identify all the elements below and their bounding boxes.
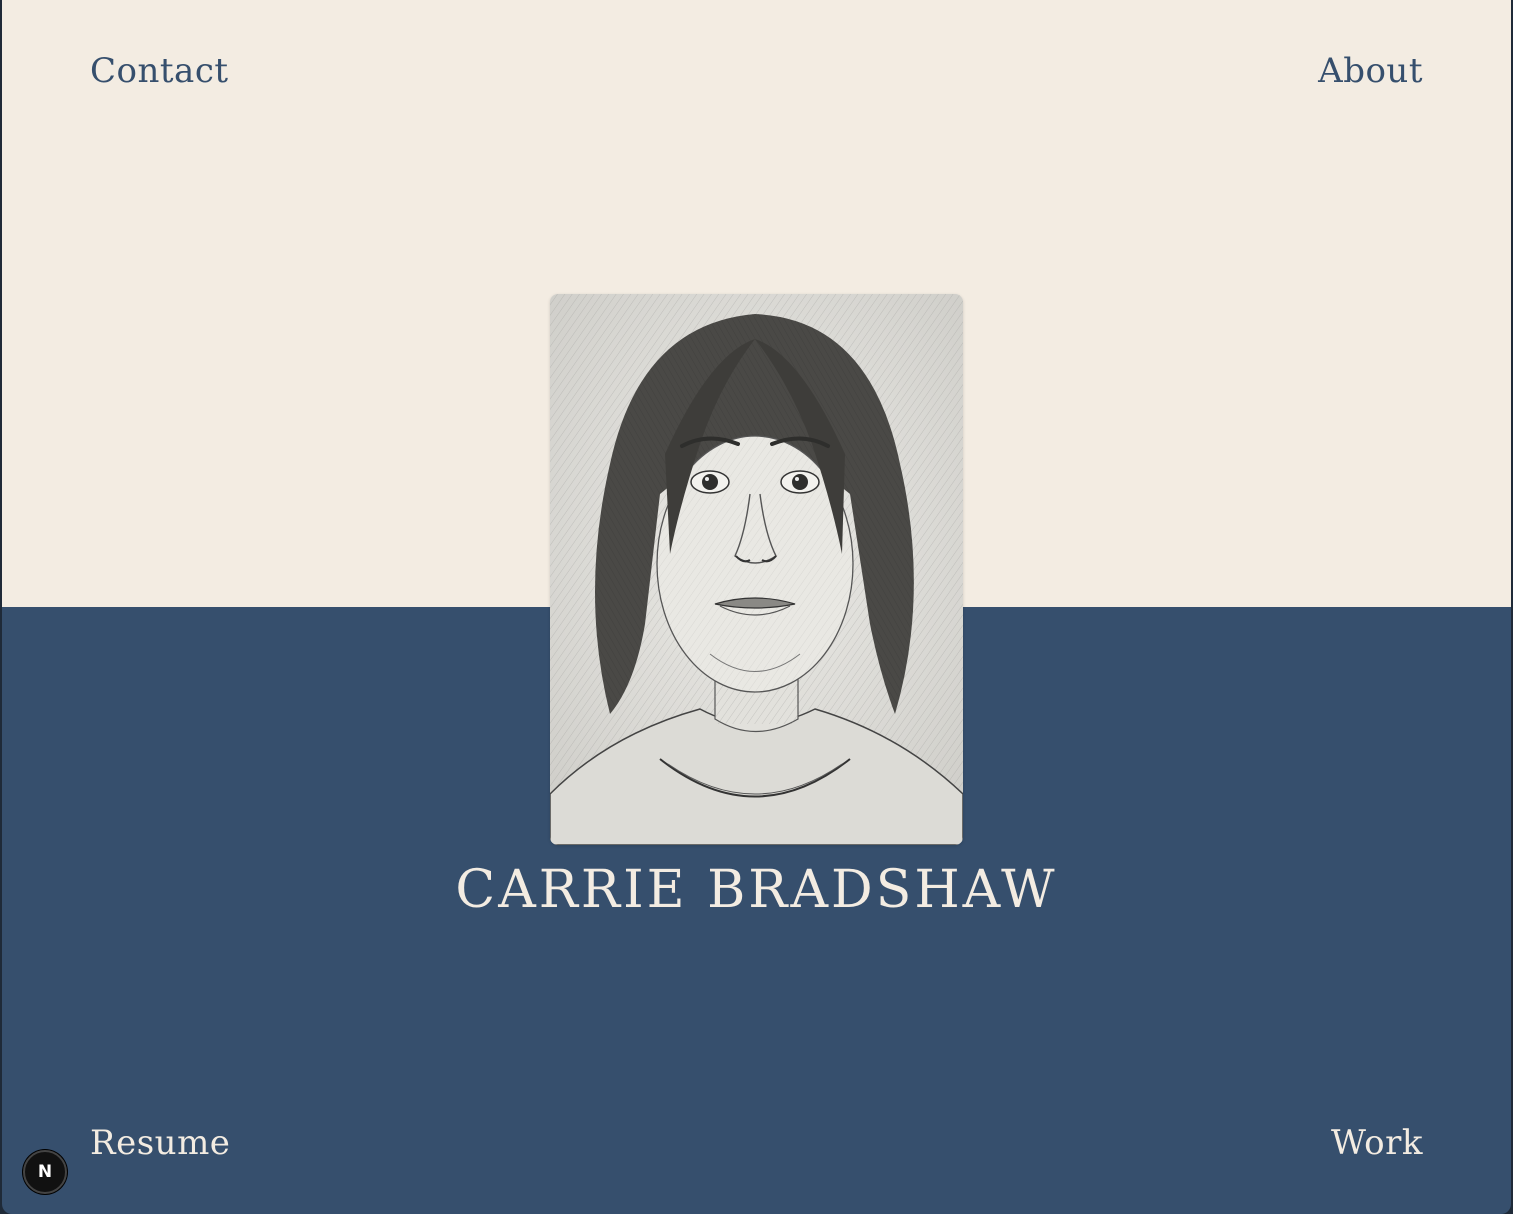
- nav-resume-link[interactable]: Resume: [90, 1126, 230, 1160]
- devtools-badge-label: N: [37, 1162, 53, 1182]
- nextjs-logo-icon[interactable]: N: [23, 1150, 67, 1194]
- landing-page: Contact About CARRIE BRADSHAW Resume Wor…: [2, 0, 1511, 1214]
- nav-contact-link[interactable]: Contact: [90, 54, 229, 88]
- hero-name: CARRIE BRADSHAW: [455, 860, 1058, 920]
- nav-about-link[interactable]: About: [1318, 54, 1423, 88]
- portrait-image: [550, 294, 963, 845]
- nav-work-link[interactable]: Work: [1331, 1126, 1423, 1160]
